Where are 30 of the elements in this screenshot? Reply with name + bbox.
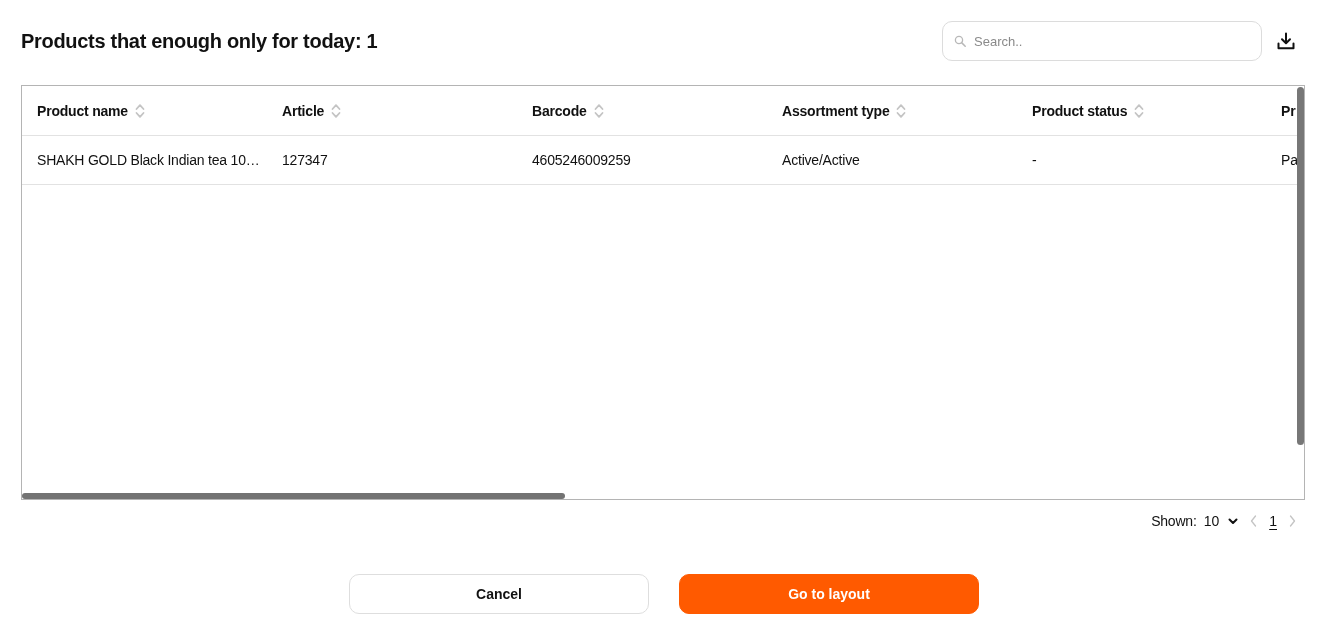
sort-icon[interactable] bbox=[331, 102, 342, 119]
horizontal-scrollbar-thumb[interactable] bbox=[22, 493, 565, 499]
page-link[interactable]: 1 bbox=[1269, 513, 1277, 529]
table-cell: SHAKH GOLD Black Indian tea 10… bbox=[37, 152, 260, 168]
download-icon[interactable] bbox=[1277, 32, 1295, 50]
table-cell: Active/Active bbox=[782, 152, 860, 168]
column-header[interactable]: Pr bbox=[1281, 102, 1296, 119]
table-cell: 127347 bbox=[282, 152, 328, 168]
page-size-label: Shown: bbox=[1151, 513, 1197, 529]
cancel-button[interactable]: Cancel bbox=[349, 574, 649, 614]
column-header[interactable]: Product name bbox=[37, 102, 145, 119]
table-cell: Pa bbox=[1281, 152, 1298, 168]
column-header[interactable]: Article bbox=[282, 102, 342, 119]
sort-icon[interactable] bbox=[134, 102, 145, 119]
page-title: Products that enough only for today: 1 bbox=[21, 29, 379, 53]
sort-icon[interactable] bbox=[593, 102, 604, 119]
chevron-left-icon[interactable] bbox=[1250, 515, 1258, 527]
table-cell: 4605246009259 bbox=[532, 152, 631, 168]
column-header[interactable]: Assortment type bbox=[782, 102, 907, 119]
search-icon bbox=[954, 35, 966, 47]
sort-icon[interactable] bbox=[1134, 102, 1145, 119]
chevron-right-icon[interactable] bbox=[1289, 515, 1296, 527]
search-field[interactable]: Search.. bbox=[942, 21, 1262, 61]
column-header[interactable]: Product status bbox=[1032, 102, 1145, 119]
vertical-scrollbar-thumb[interactable] bbox=[1297, 87, 1304, 445]
sort-icon[interactable] bbox=[896, 102, 907, 119]
table-cell: - bbox=[1032, 152, 1037, 168]
page-size-select[interactable]: 10 bbox=[1203, 513, 1239, 529]
column-header[interactable]: Barcode bbox=[532, 102, 604, 119]
caret-icon[interactable] bbox=[1228, 517, 1239, 525]
